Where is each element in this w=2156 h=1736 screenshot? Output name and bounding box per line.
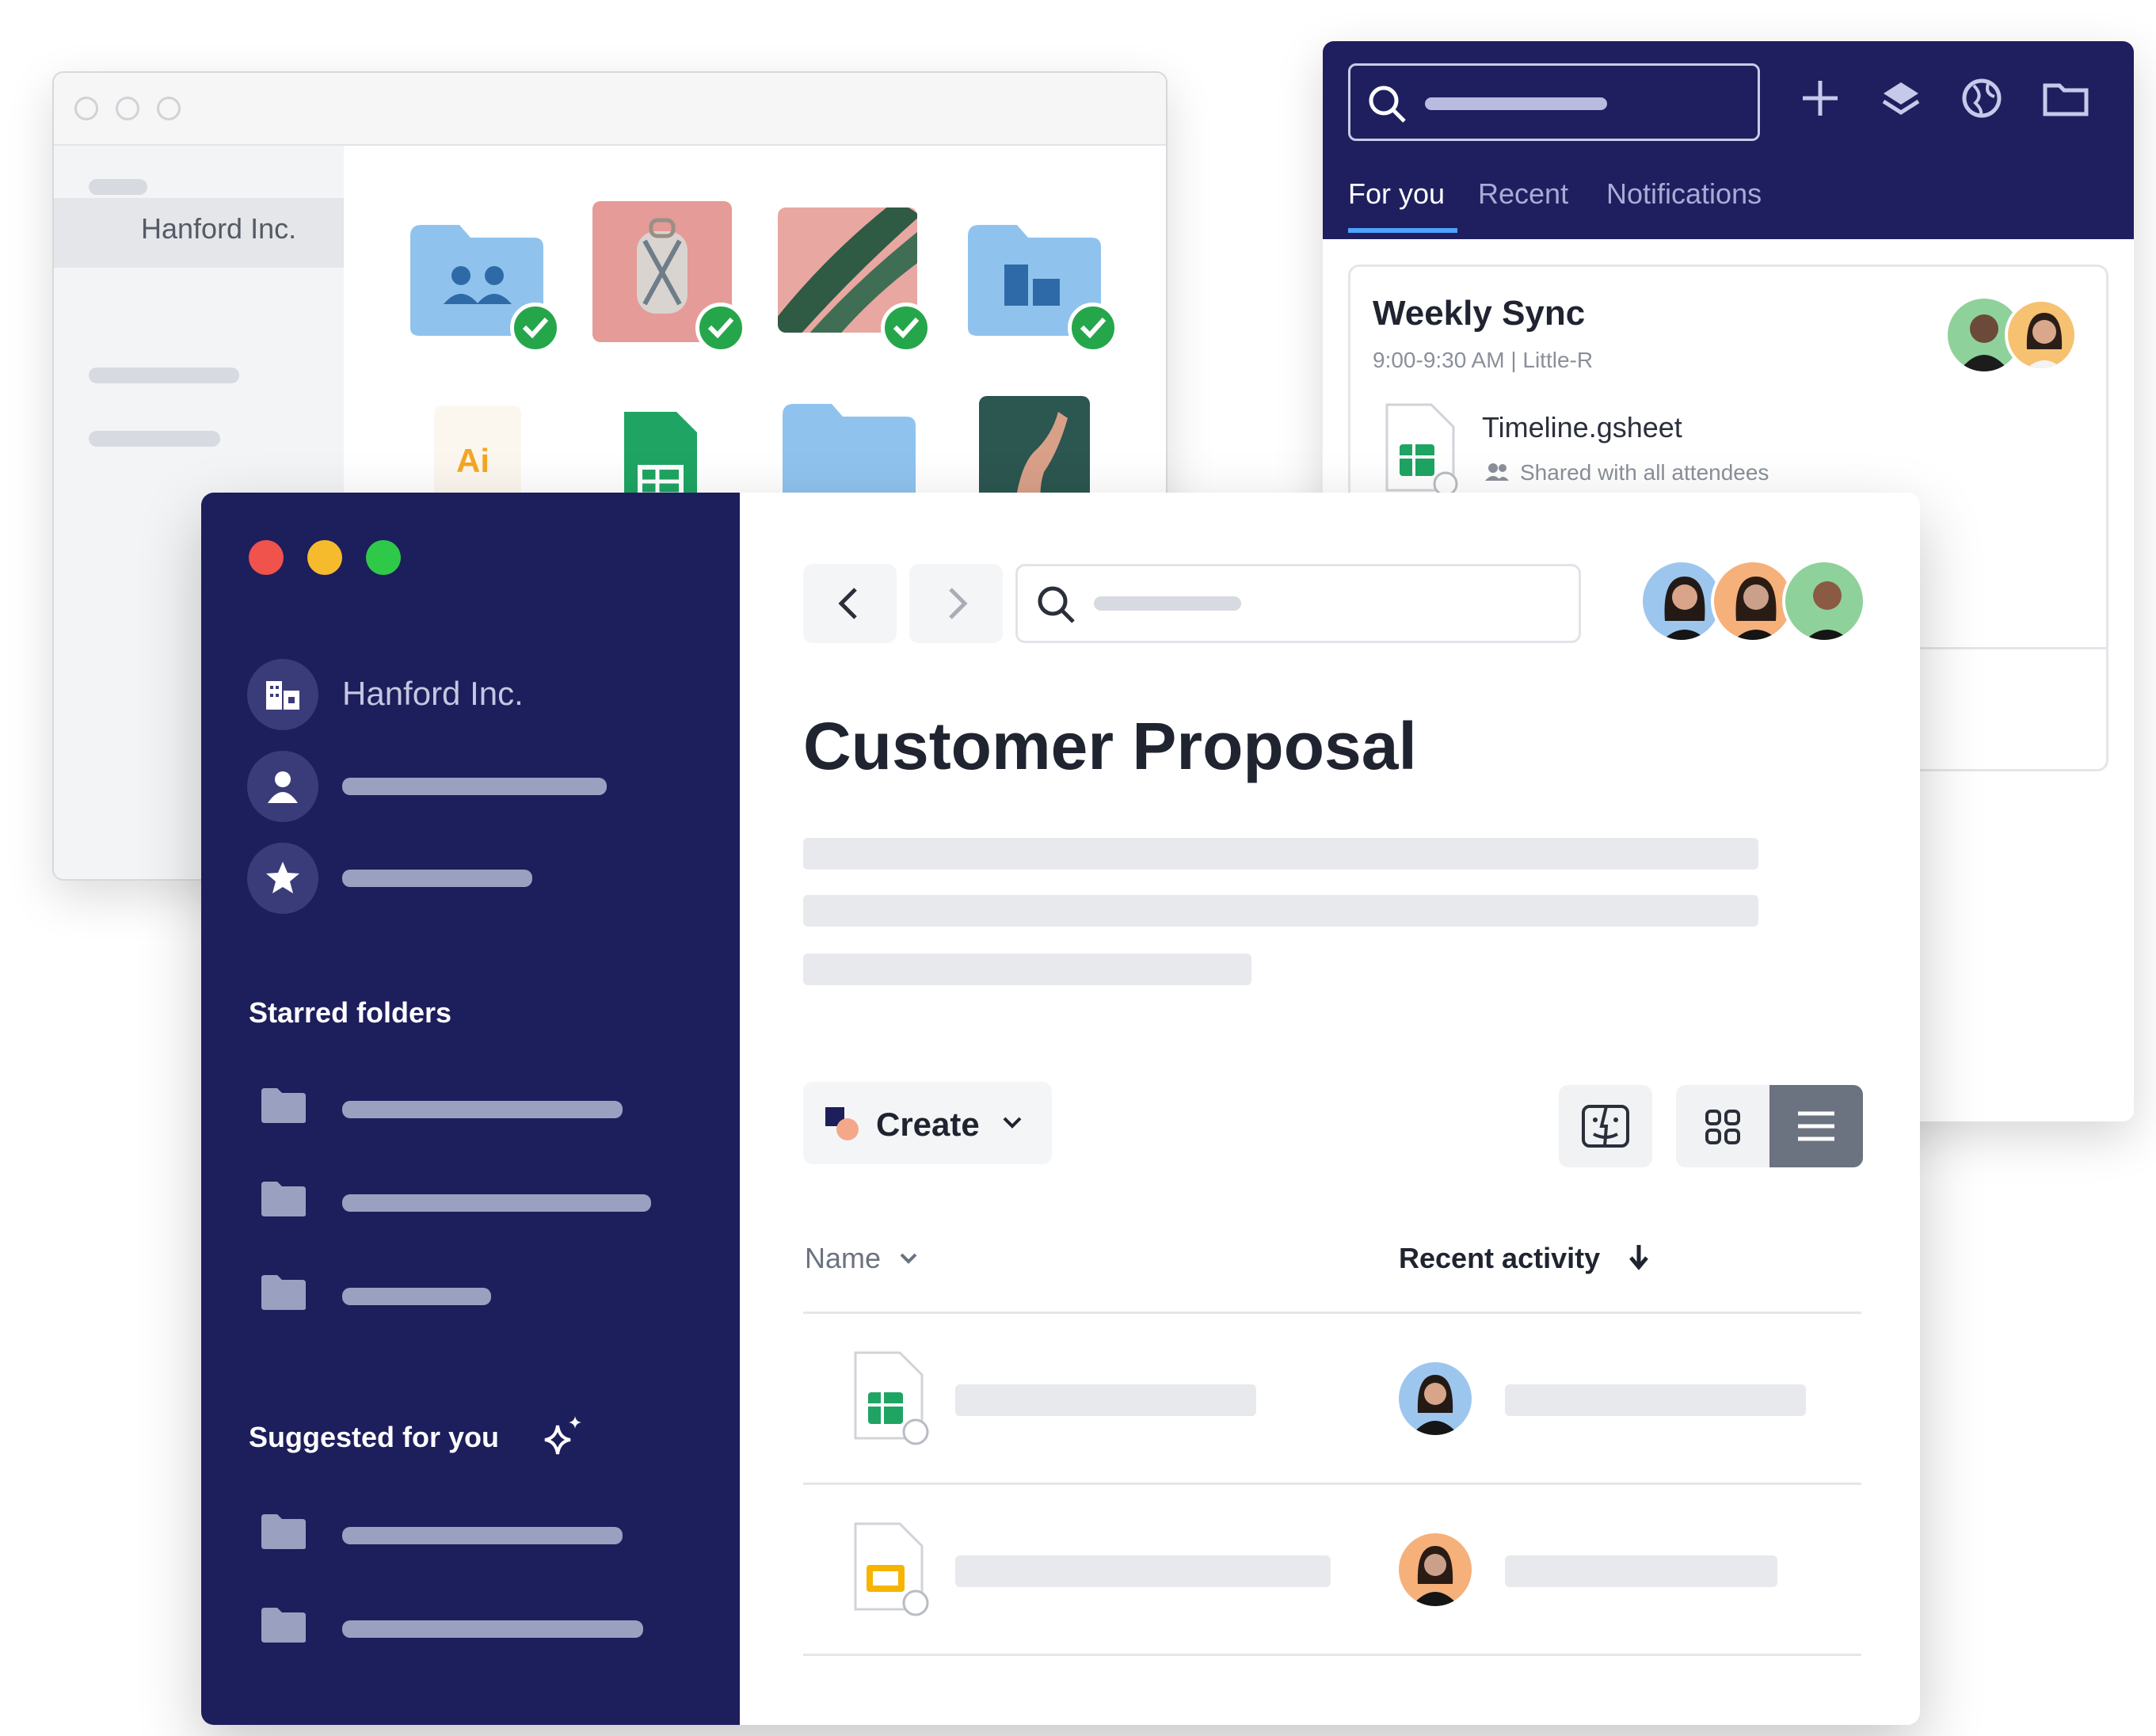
create-label: Create: [876, 1106, 980, 1143]
avatar: [2005, 299, 2078, 371]
file-name-placeholder: [955, 1555, 1331, 1587]
table-header-divider: [803, 1312, 1861, 1314]
minimize-dot[interactable]: [116, 97, 139, 120]
suggested-heading: Suggested for you: [249, 1421, 500, 1453]
sidebar-item-people[interactable]: [247, 751, 318, 822]
folder-icon: [261, 1275, 306, 1310]
layers-icon[interactable]: [1879, 76, 1923, 120]
event-title: Weekly Sync: [1373, 294, 1586, 333]
folder-icon: [261, 1514, 306, 1549]
activity-placeholder: [1505, 1555, 1777, 1587]
create-icon: [825, 1107, 859, 1140]
folder-icon[interactable]: [2042, 76, 2089, 120]
page-title: Customer Proposal: [803, 709, 1417, 783]
file-sharing-status: Shared with all attendees: [1520, 460, 1769, 485]
spreadsheet-icon: [854, 1351, 929, 1445]
zoom-dot[interactable]: [157, 97, 181, 120]
list-view-button[interactable]: [1769, 1085, 1863, 1167]
folder-icon: [261, 1608, 306, 1643]
sidebar-item-starred-folder[interactable]: [342, 1194, 651, 1212]
chevron-down-icon: [1003, 1117, 1022, 1129]
search-icon: [1038, 586, 1075, 623]
workspace-avatar[interactable]: [247, 659, 318, 730]
avatar: [1399, 1533, 1472, 1606]
synced-check-icon: [881, 303, 931, 353]
description-placeholder: [803, 838, 1758, 870]
starred-folders-heading: Starred folders: [249, 996, 452, 1029]
tab-for-you[interactable]: For you: [1348, 177, 1445, 211]
sidebar-item-starred[interactable]: [247, 843, 318, 914]
building-icon: [266, 681, 299, 710]
sort-down-icon[interactable]: [1627, 1243, 1651, 1272]
activity-placeholder: [1505, 1384, 1806, 1416]
sidebar-item-starred-folder[interactable]: [342, 1288, 491, 1305]
event-meta: 9:00-9:30 AM | Little-R: [1373, 348, 1594, 372]
sidebar: Hanford Inc. Starred folders Suggested f…: [201, 493, 740, 1725]
tab-notifications[interactable]: Notifications: [1606, 177, 1762, 211]
finder-button[interactable]: [1559, 1085, 1652, 1167]
row-divider: [803, 1483, 1861, 1485]
list-icon: [1798, 1111, 1834, 1141]
create-button[interactable]: Create: [803, 1082, 1052, 1164]
sidebar-item-suggested-folder[interactable]: [342, 1620, 643, 1638]
search-icon: [1369, 86, 1406, 123]
sidebar-item-label: [342, 870, 532, 887]
sidebar-item-label: Hanford Inc.: [141, 212, 297, 245]
minimize-button[interactable]: [307, 540, 342, 575]
name-column-header[interactable]: Name: [805, 1242, 881, 1275]
search-placeholder: [1425, 97, 1607, 110]
grid-icon: [1705, 1110, 1740, 1144]
description-placeholder: [803, 954, 1251, 985]
file-name[interactable]: Timeline.gsheet: [1482, 411, 1682, 444]
close-button[interactable]: [249, 540, 284, 575]
zoom-button[interactable]: [366, 540, 401, 575]
star-icon: [266, 862, 299, 893]
file-name-placeholder: [955, 1384, 1256, 1416]
close-dot[interactable]: [74, 97, 98, 120]
tab-recent[interactable]: Recent: [1478, 177, 1568, 211]
panel-search-input[interactable]: [1348, 63, 1760, 141]
sidebar-item-suggested-folder[interactable]: [342, 1527, 623, 1544]
plus-icon[interactable]: [1798, 76, 1842, 120]
recent-activity-column-header[interactable]: Recent activity: [1399, 1242, 1600, 1275]
globe-icon[interactable]: [1960, 76, 2004, 120]
synced-check-icon: [1068, 303, 1118, 353]
people-icon: [1485, 463, 1509, 481]
panel-header: For you Recent Notifications: [1323, 41, 2134, 239]
sidebar-item-label: [342, 778, 607, 795]
grid-view-button[interactable]: [1676, 1085, 1769, 1167]
search-placeholder: [1094, 596, 1241, 611]
back-icon: [838, 588, 857, 619]
illustrator-file-label: Ai: [456, 442, 489, 479]
title-bar: [54, 73, 1166, 146]
sidebar-placeholder: [89, 431, 220, 447]
sidebar-placeholder: [89, 179, 147, 195]
sparkle-icon: [544, 1416, 581, 1455]
avatar[interactable]: [1782, 559, 1866, 643]
active-tab-indicator: [1348, 228, 1457, 233]
finder-icon: [1582, 1105, 1629, 1148]
slides-icon: [854, 1522, 929, 1616]
forward-button[interactable]: [909, 564, 1003, 643]
person-icon: [268, 771, 298, 803]
spreadsheet-icon: [1385, 403, 1458, 497]
description-placeholder: [803, 895, 1758, 927]
sidebar-item-starred-folder[interactable]: [342, 1101, 623, 1118]
synced-check-icon: [510, 303, 561, 353]
row-divider: [803, 1654, 1861, 1656]
chevron-down-icon[interactable]: [898, 1251, 919, 1266]
main-window: Hanford Inc. Starred folders Suggested f…: [201, 493, 1920, 1725]
back-button[interactable]: [803, 564, 897, 643]
folder-icon: [261, 1088, 306, 1123]
avatar: [1399, 1362, 1472, 1435]
workspace-name[interactable]: Hanford Inc.: [342, 675, 524, 713]
sidebar-placeholder: [89, 367, 239, 383]
folder-icon: [261, 1182, 306, 1216]
forward-icon: [949, 588, 968, 619]
search-input[interactable]: [1015, 564, 1581, 643]
synced-check-icon: [695, 303, 746, 353]
